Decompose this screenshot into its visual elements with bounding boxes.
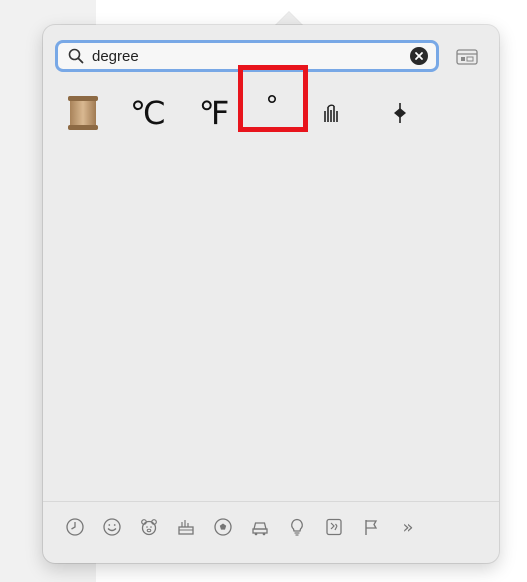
close-icon <box>415 52 423 60</box>
clock-icon <box>66 518 84 536</box>
divider <box>43 501 499 502</box>
aries-symbol[interactable] <box>380 88 420 138</box>
car-icon <box>252 522 268 536</box>
lightbulb-icon <box>291 518 303 536</box>
category-travel[interactable] <box>245 512 275 542</box>
soccer-ball-icon <box>214 518 232 536</box>
category-food[interactable] <box>171 512 201 542</box>
alembic-symbol[interactable] <box>312 88 352 138</box>
food-icon <box>178 520 194 535</box>
category-smileys[interactable] <box>97 512 127 542</box>
flag-icon <box>365 520 378 535</box>
aries-icon <box>394 103 406 123</box>
category-frequently-used[interactable] <box>60 512 90 542</box>
degree-celsius-symbol[interactable]: ℃ <box>120 88 176 138</box>
category-symbols[interactable] <box>319 512 349 542</box>
category-objects[interactable] <box>282 512 312 542</box>
degree-fahrenheit-symbol[interactable]: ℉ <box>186 88 242 138</box>
screen: degree ℃ ℉ ° » <box>0 0 527 582</box>
character-viewer-icon <box>456 49 478 65</box>
symbols-icon <box>326 518 342 536</box>
popover-arrow <box>275 12 303 26</box>
category-activity[interactable] <box>208 512 238 542</box>
scroll-icon <box>68 96 98 130</box>
emoji-scroll[interactable] <box>58 88 108 138</box>
animal-icon <box>141 519 157 536</box>
smiley-icon <box>103 518 121 536</box>
category-animals[interactable] <box>134 512 164 542</box>
search-input[interactable]: degree <box>92 48 410 65</box>
more-icon: » <box>402 516 414 538</box>
category-flags[interactable] <box>356 512 386 542</box>
alembic-icon <box>324 104 338 122</box>
character-viewer-button[interactable] <box>455 47 479 67</box>
search-icon <box>66 46 86 66</box>
highlight-box <box>238 65 308 132</box>
category-bar: » <box>60 512 500 542</box>
clear-search-button[interactable] <box>410 47 428 65</box>
more-categories-button[interactable]: » <box>393 512 423 542</box>
